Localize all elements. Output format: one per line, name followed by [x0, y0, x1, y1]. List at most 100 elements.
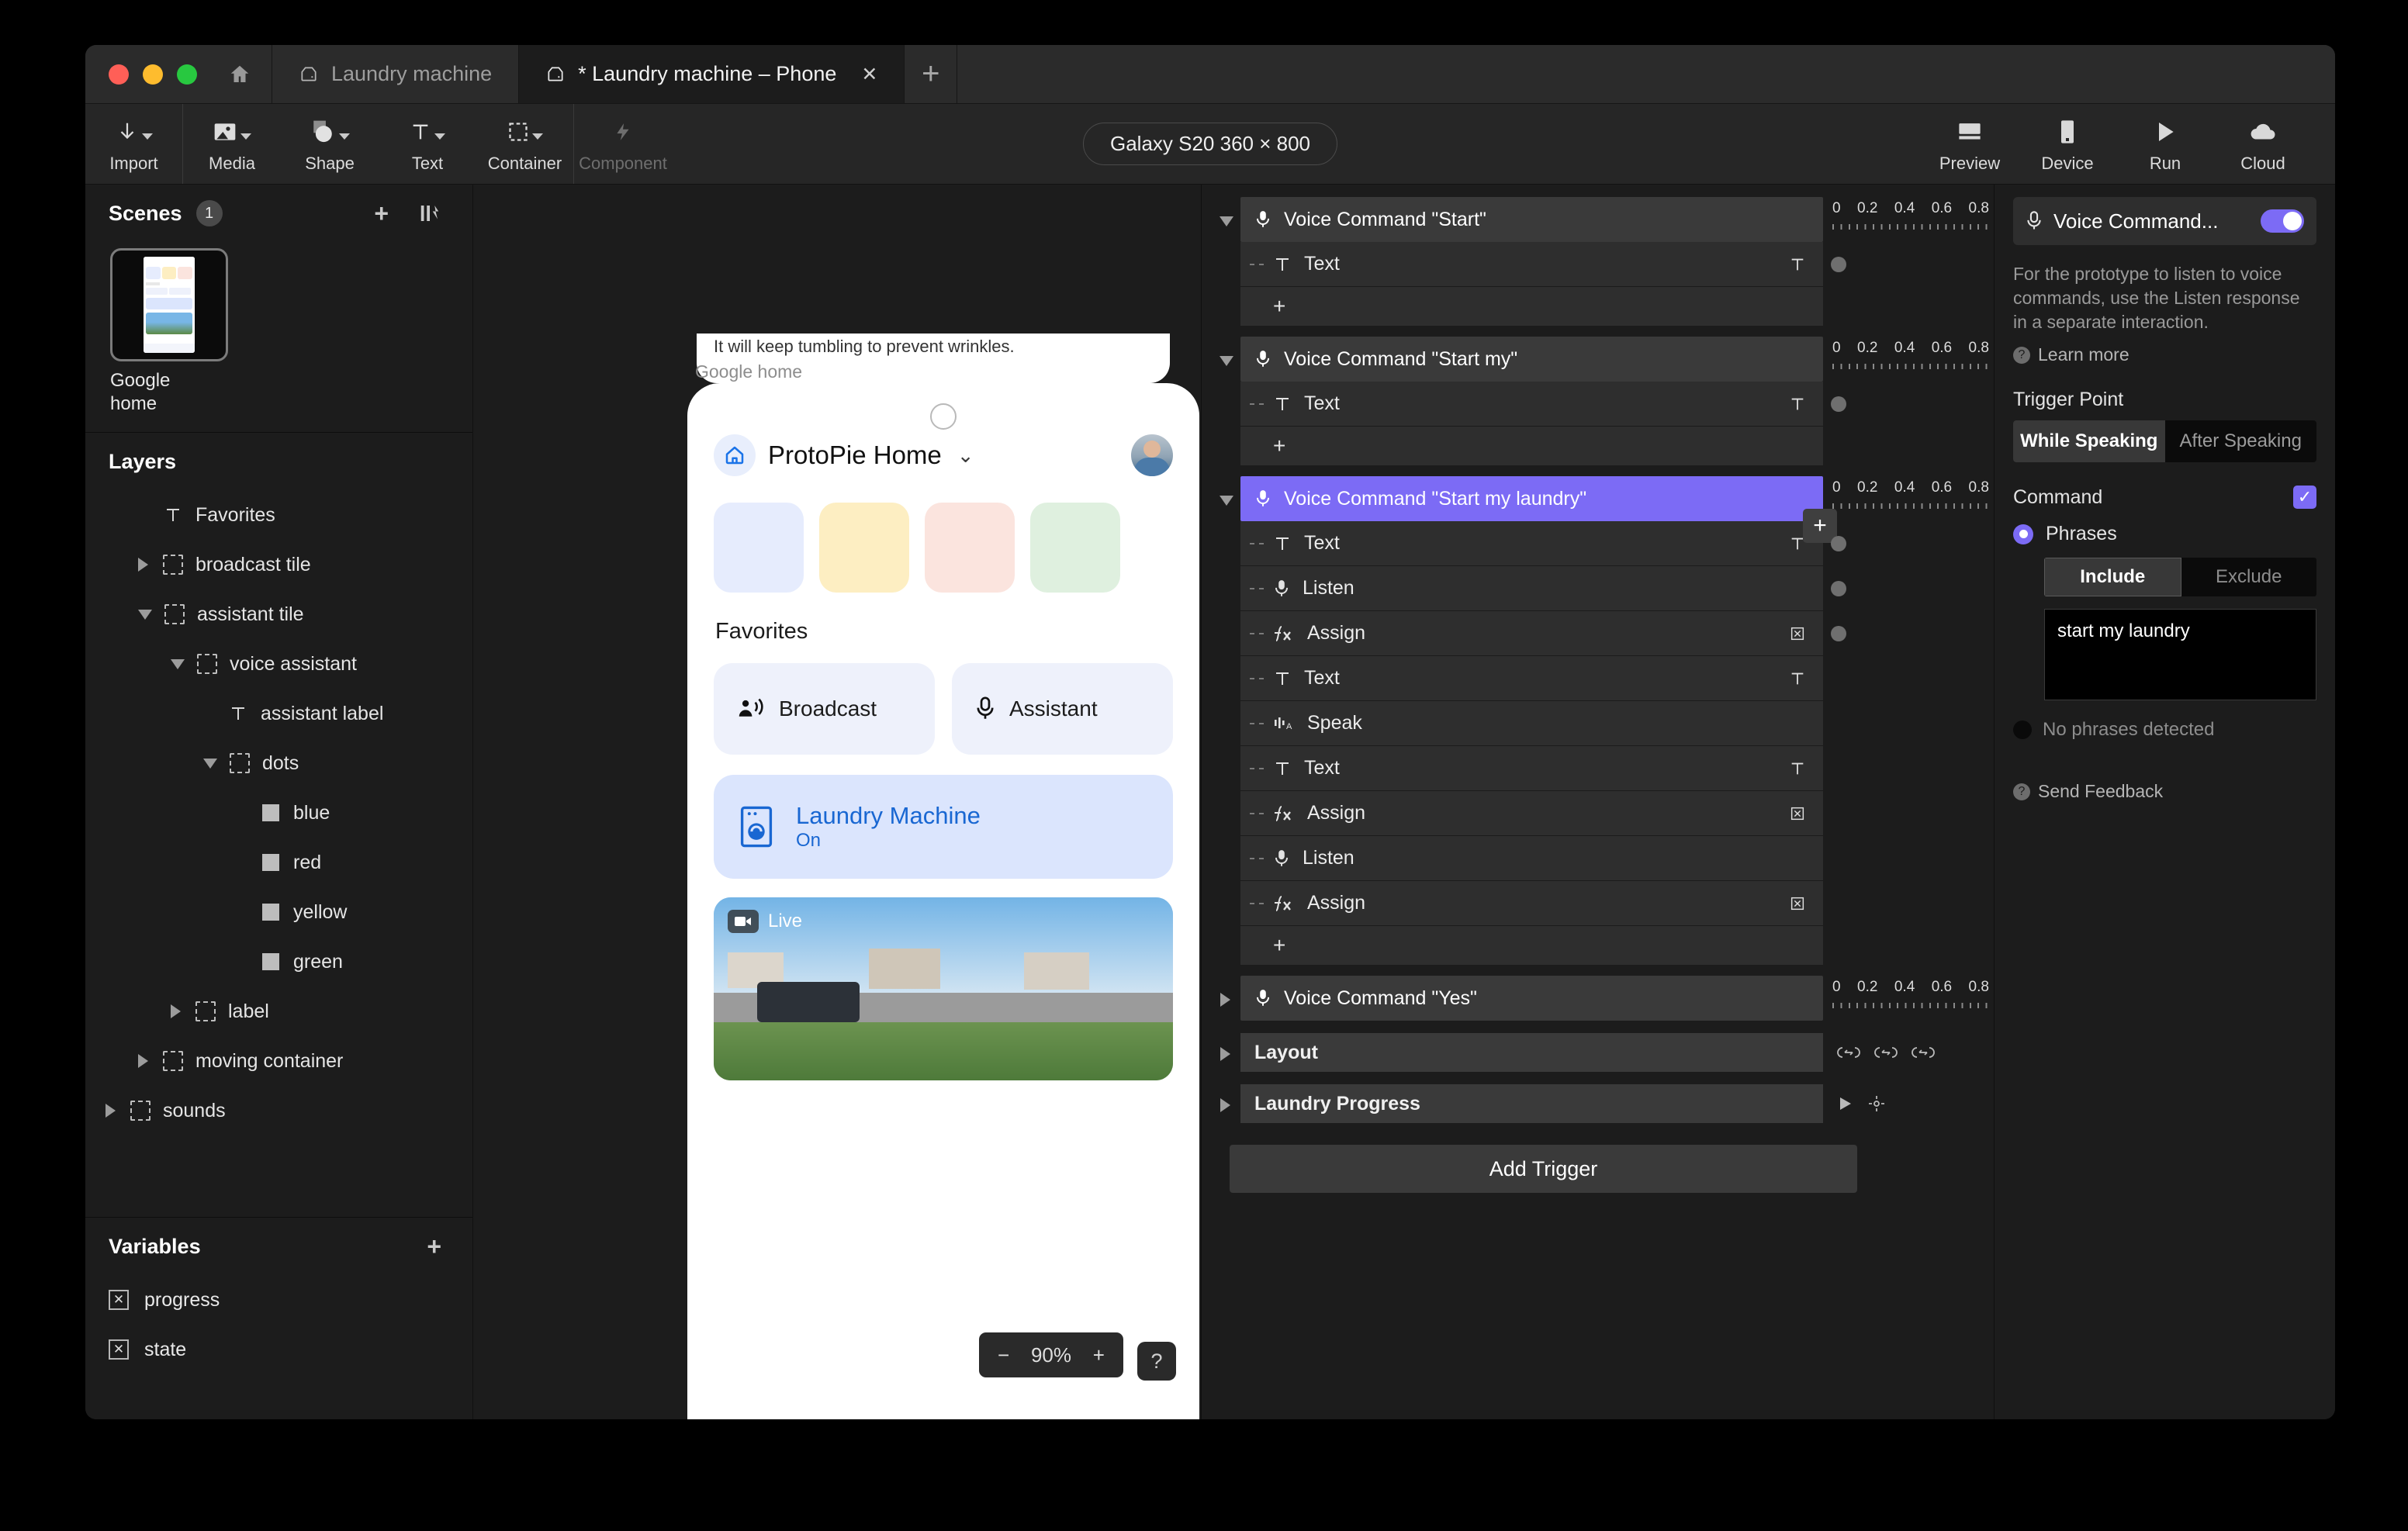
layer-row[interactable]: Favorites: [85, 490, 472, 540]
close-icon[interactable]: ✕: [861, 63, 877, 86]
device-selector[interactable]: Galaxy S20 360 × 800: [1082, 123, 1338, 165]
home-icon[interactable]: [228, 63, 251, 86]
layer-row[interactable]: assistant tile: [85, 589, 472, 639]
response-row[interactable]: A Speak: [1240, 701, 1823, 746]
timeline-ruler[interactable]: 0 0.2 0.4 0.6 0.8: [1823, 976, 1994, 1021]
phrase-input[interactable]: start my laundry: [2044, 609, 2316, 701]
response-row[interactable]: Text: [1240, 746, 1823, 791]
phrases-radio-row[interactable]: Phrases: [2013, 523, 2316, 545]
cloud-button[interactable]: Cloud: [2214, 115, 2312, 174]
timeline-ruler[interactable]: 0 0.2 0.4 0.6 0.8: [1823, 337, 1994, 382]
keyframe-lane[interactable]: [1823, 521, 1994, 566]
segment-exclude[interactable]: Exclude: [2181, 558, 2317, 596]
layer-row[interactable]: red: [85, 838, 472, 887]
chevron-right-icon[interactable]: [138, 1054, 150, 1068]
media-tool[interactable]: Media: [183, 104, 281, 184]
variable-row[interactable]: ✕ state: [85, 1325, 472, 1374]
response-row[interactable]: Text: [1240, 656, 1823, 701]
keyframe-lane[interactable]: [1823, 881, 1994, 926]
keyframe-lane[interactable]: [1823, 746, 1994, 791]
add-variable-button[interactable]: +: [419, 1232, 449, 1261]
add-response-button[interactable]: +: [1240, 926, 1823, 965]
chevron-down-icon[interactable]: [1213, 197, 1240, 242]
target-icon[interactable]: [1868, 1095, 1885, 1112]
layer-row[interactable]: broadcast tile: [85, 540, 472, 589]
layer-row[interactable]: voice assistant: [85, 639, 472, 689]
play-small-icon[interactable]: [1837, 1095, 1854, 1112]
interactions-icon[interactable]: [410, 202, 449, 224]
chevron-down-icon[interactable]: [1213, 337, 1240, 382]
trigger-row[interactable]: Voice Command "Start my": [1240, 337, 1823, 382]
phone-preview[interactable]: ProtoPie Home ⌄ Favorites Broadcast Assi…: [687, 383, 1199, 1419]
segment-include[interactable]: Include: [2044, 558, 2181, 597]
import-tool[interactable]: Import: [85, 104, 183, 184]
trigger-row[interactable]: Voice Command "Yes": [1240, 976, 1823, 1021]
trigger-enabled-toggle[interactable]: [2261, 209, 2304, 233]
variable-row[interactable]: ✕ progress: [85, 1275, 472, 1325]
broadcast-tile[interactable]: Broadcast: [714, 663, 935, 755]
layer-row[interactable]: sounds: [85, 1086, 472, 1135]
chevron-right-icon[interactable]: [106, 1104, 118, 1118]
tab-laundry-machine[interactable]: Laundry machine: [272, 45, 520, 103]
chevron-down-icon[interactable]: ⌄: [957, 444, 974, 468]
assistant-tile[interactable]: Assistant: [952, 663, 1173, 755]
command-checkbox[interactable]: ✓: [2293, 486, 2316, 510]
canvas[interactable]: ← → It will keep tumbling to prevent wri…: [473, 185, 1201, 1419]
color-chip[interactable]: [1030, 503, 1120, 593]
keyframe-lane[interactable]: [1823, 791, 1994, 836]
keyframe-dot[interactable]: [1831, 536, 1846, 551]
response-row[interactable]: Assign: [1240, 881, 1823, 926]
camera-feed-card[interactable]: Live: [714, 897, 1173, 1080]
layer-row[interactable]: assistant label: [85, 689, 472, 738]
container-tool[interactable]: Container: [476, 104, 574, 184]
response-row[interactable]: Listen: [1240, 836, 1823, 881]
send-feedback-link[interactable]: ? Send Feedback: [2013, 781, 2316, 802]
segment-while-speaking[interactable]: While Speaking: [2013, 420, 2165, 463]
keyframe-dot[interactable]: [1831, 257, 1846, 272]
response-row[interactable]: Text: [1240, 242, 1823, 287]
shape-tool[interactable]: Shape: [281, 104, 379, 184]
response-row[interactable]: Listen: [1240, 566, 1823, 611]
close-window-button[interactable]: [109, 64, 129, 85]
chevron-right-icon[interactable]: [138, 558, 150, 572]
layer-row[interactable]: dots: [85, 738, 472, 788]
response-row[interactable]: Text +: [1240, 509, 1837, 566]
zoom-out-button[interactable]: −: [998, 1343, 1009, 1367]
section-header[interactable]: Laundry Progress: [1240, 1084, 1823, 1123]
layer-row[interactable]: label: [85, 987, 472, 1036]
add-trigger-button[interactable]: Add Trigger: [1230, 1145, 1857, 1193]
response-row[interactable]: Assign: [1240, 611, 1823, 656]
zoom-in-button[interactable]: +: [1093, 1343, 1105, 1367]
color-chip[interactable]: [925, 503, 1015, 593]
keyframe-lane[interactable]: [1823, 611, 1994, 656]
keyframe-lane[interactable]: [1823, 566, 1994, 611]
learn-more-link[interactable]: ? Learn more: [2013, 344, 2316, 365]
chain-link-icon[interactable]: [1912, 1045, 1935, 1060]
help-button[interactable]: ?: [1137, 1342, 1176, 1381]
timeline-ruler[interactable]: 0 0.2 0.4 0.6 0.8: [1823, 476, 1994, 521]
preview-button[interactable]: Preview: [1921, 115, 2019, 174]
maximize-window-button[interactable]: [177, 64, 197, 85]
segment-after-speaking[interactable]: After Speaking: [2165, 420, 2317, 462]
layer-row[interactable]: green: [85, 937, 472, 987]
scene-card-google-home[interactable]: Google home: [110, 248, 234, 416]
timeline-ruler[interactable]: 0 0.2 0.4 0.6 0.8: [1823, 197, 1994, 242]
chevron-right-icon[interactable]: [1213, 1044, 1240, 1061]
run-button[interactable]: Run: [2116, 115, 2214, 174]
device-button[interactable]: Device: [2019, 115, 2116, 174]
layer-row[interactable]: blue: [85, 788, 472, 838]
keyframe-lane[interactable]: [1823, 382, 1994, 427]
laundry-machine-card[interactable]: Laundry Machine On: [714, 775, 1173, 879]
layer-row[interactable]: yellow: [85, 887, 472, 937]
add-response-button[interactable]: +: [1240, 287, 1823, 326]
new-tab-button[interactable]: +: [905, 45, 958, 103]
trigger-row[interactable]: Voice Command "Start": [1240, 197, 1823, 242]
chevron-right-icon[interactable]: [1213, 976, 1240, 1021]
keyframe-lane[interactable]: [1823, 242, 1994, 287]
keyframe-lane[interactable]: [1823, 656, 1994, 701]
chevron-down-icon[interactable]: [203, 758, 217, 769]
keyframe-dot[interactable]: [1831, 581, 1846, 596]
add-response-button[interactable]: +: [1240, 427, 1823, 465]
keyframe-dot[interactable]: [1831, 626, 1846, 641]
component-tool[interactable]: Component: [574, 104, 672, 184]
